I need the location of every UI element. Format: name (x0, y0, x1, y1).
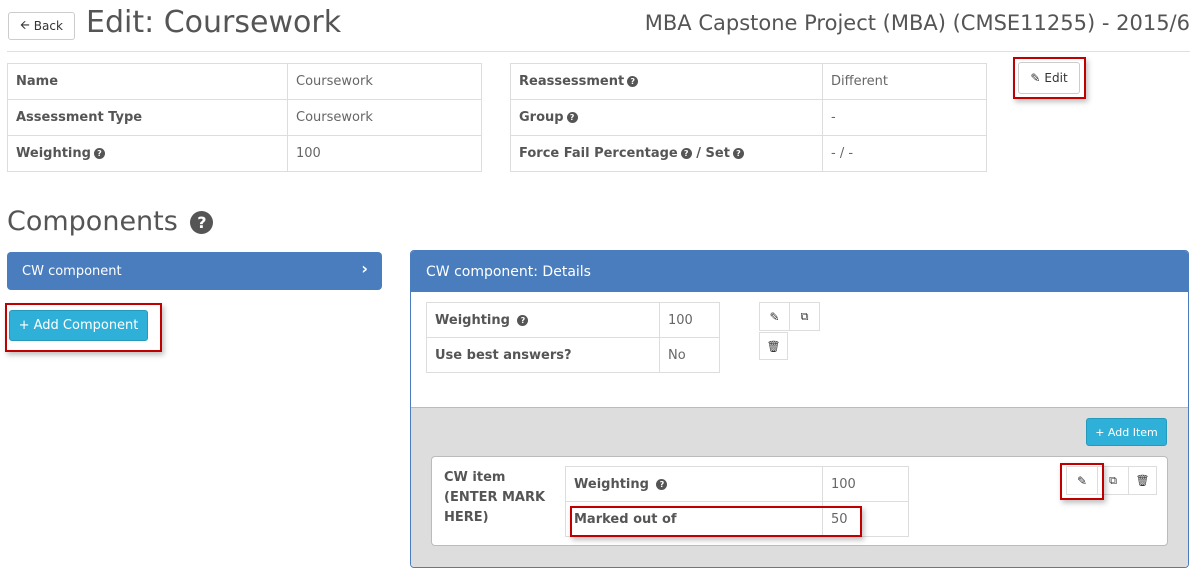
copy-item-button[interactable]: ⧉ (1097, 466, 1129, 495)
assessment-type-label: Assessment Type (7, 99, 288, 136)
weighting-value: 100 (287, 135, 482, 172)
marked-out-of-value: 50 (822, 501, 909, 537)
reassessment-label: Reassessment (519, 74, 625, 89)
edit-item-button[interactable]: ✎ (1066, 466, 1098, 495)
back-label: Back (33, 19, 63, 33)
force-fail-label: Force Fail Percentage (519, 146, 678, 161)
assessment-info-table: Name Coursework Assessment Type Coursewo… (7, 63, 482, 172)
help-icon[interactable]: ? (566, 112, 578, 123)
help-icon[interactable]: ? (190, 211, 214, 234)
help-icon[interactable]: ? (93, 148, 105, 159)
reassessment-value: Different (822, 63, 987, 100)
panel-title: CW component: Details (426, 263, 591, 280)
marked-out-of-label: Marked out of (565, 501, 823, 537)
component-weighting-label-cell: Weighting ? (426, 302, 660, 338)
help-icon[interactable]: ? (680, 148, 692, 159)
header-divider (7, 51, 1190, 52)
page-title: Edit: Coursework (86, 5, 342, 40)
item-name: CW item (ENTER MARK HERE) (444, 470, 546, 525)
arrow-left-icon: 🡨 (20, 17, 30, 32)
add-item-button[interactable]: + Add Item (1086, 418, 1167, 446)
component-list-item[interactable]: CW component › (7, 252, 382, 290)
add-component-button[interactable]: + Add Component (9, 310, 148, 341)
item-weighting-value: 100 (822, 466, 909, 502)
force-fail-label-cell: Force Fail Percentage? / Set? (510, 135, 823, 172)
chevron-right-icon: › (361, 259, 368, 278)
panel-header: CW component: Details (411, 251, 1188, 292)
components-heading-text: Components (7, 206, 178, 237)
item-weighting-label: Weighting (574, 476, 649, 492)
set-label: / Set (696, 146, 730, 161)
name-value: Coursework (287, 63, 482, 100)
delete-item-button[interactable]: 🗑 (1128, 466, 1157, 495)
pencil-icon: ✎ (1030, 71, 1041, 85)
edit-component-button[interactable]: ✎ (759, 302, 790, 331)
back-button[interactable]: 🡨 Back (8, 12, 75, 40)
weighting-label: Weighting (16, 146, 91, 161)
edit-label: Edit (1044, 71, 1068, 85)
weighting-label-cell: Weighting? (7, 135, 288, 172)
item-details-table: Weighting ? 100 Marked out of 50 (565, 466, 909, 537)
add-item-label: + Add Item (1095, 425, 1158, 439)
table-row: Weighting? 100 (7, 135, 482, 172)
group-value: - (822, 99, 987, 136)
group-label-cell: Group? (510, 99, 823, 136)
assessment-type-value: Coursework (287, 99, 482, 136)
trash-icon: 🗑 (1135, 474, 1150, 487)
component-weighting-value: 100 (659, 302, 720, 338)
help-icon[interactable]: ? (732, 148, 744, 159)
group-label: Group (519, 110, 564, 125)
reassessment-label-cell: Reassessment? (510, 63, 823, 100)
help-icon[interactable]: ? (517, 314, 529, 326)
delete-component-button[interactable]: 🗑 (759, 332, 788, 360)
force-fail-value: - / - (822, 135, 987, 172)
table-row: Name Coursework (7, 63, 482, 100)
table-row: Assessment Type Coursework (7, 99, 482, 136)
table-row: Use best answers? No (426, 337, 720, 373)
table-row: Weighting ? 100 (426, 302, 720, 338)
use-best-answers-label: Use best answers? (426, 337, 660, 373)
assessment-settings-table: Reassessment? Different Group? - Force F… (510, 63, 987, 172)
add-component-label: + Add Component (18, 318, 139, 333)
component-label: CW component (22, 263, 122, 279)
edit-assessment-button[interactable]: ✎ Edit (1018, 62, 1080, 94)
pencil-icon: ✎ (769, 309, 780, 324)
copy-component-button[interactable]: ⧉ (789, 302, 820, 331)
item-weighting-label-cell: Weighting ? (565, 466, 823, 502)
pencil-icon: ✎ (1076, 473, 1088, 488)
component-weighting-label: Weighting (435, 312, 510, 328)
use-best-answers-value: No (659, 337, 720, 373)
module-subtitle: MBA Capstone Project (MBA) (CMSE11255) -… (644, 11, 1190, 35)
trash-icon: 🗑 (766, 339, 781, 353)
table-row: Weighting ? 100 (565, 466, 909, 502)
help-icon[interactable]: ? (656, 478, 668, 490)
table-row: Group? - (510, 99, 987, 136)
copy-icon: ⧉ (800, 309, 809, 323)
help-icon[interactable]: ? (627, 76, 639, 87)
table-row: Reassessment? Different (510, 63, 987, 100)
components-heading: Components ? (7, 206, 214, 237)
table-row: Force Fail Percentage? / Set? - / - (510, 135, 987, 172)
name-label: Name (7, 63, 288, 100)
copy-icon: ⧉ (1109, 473, 1117, 487)
table-row: Marked out of 50 (565, 501, 909, 537)
component-details-table: Weighting ? 100 Use best answers? No (426, 302, 720, 373)
